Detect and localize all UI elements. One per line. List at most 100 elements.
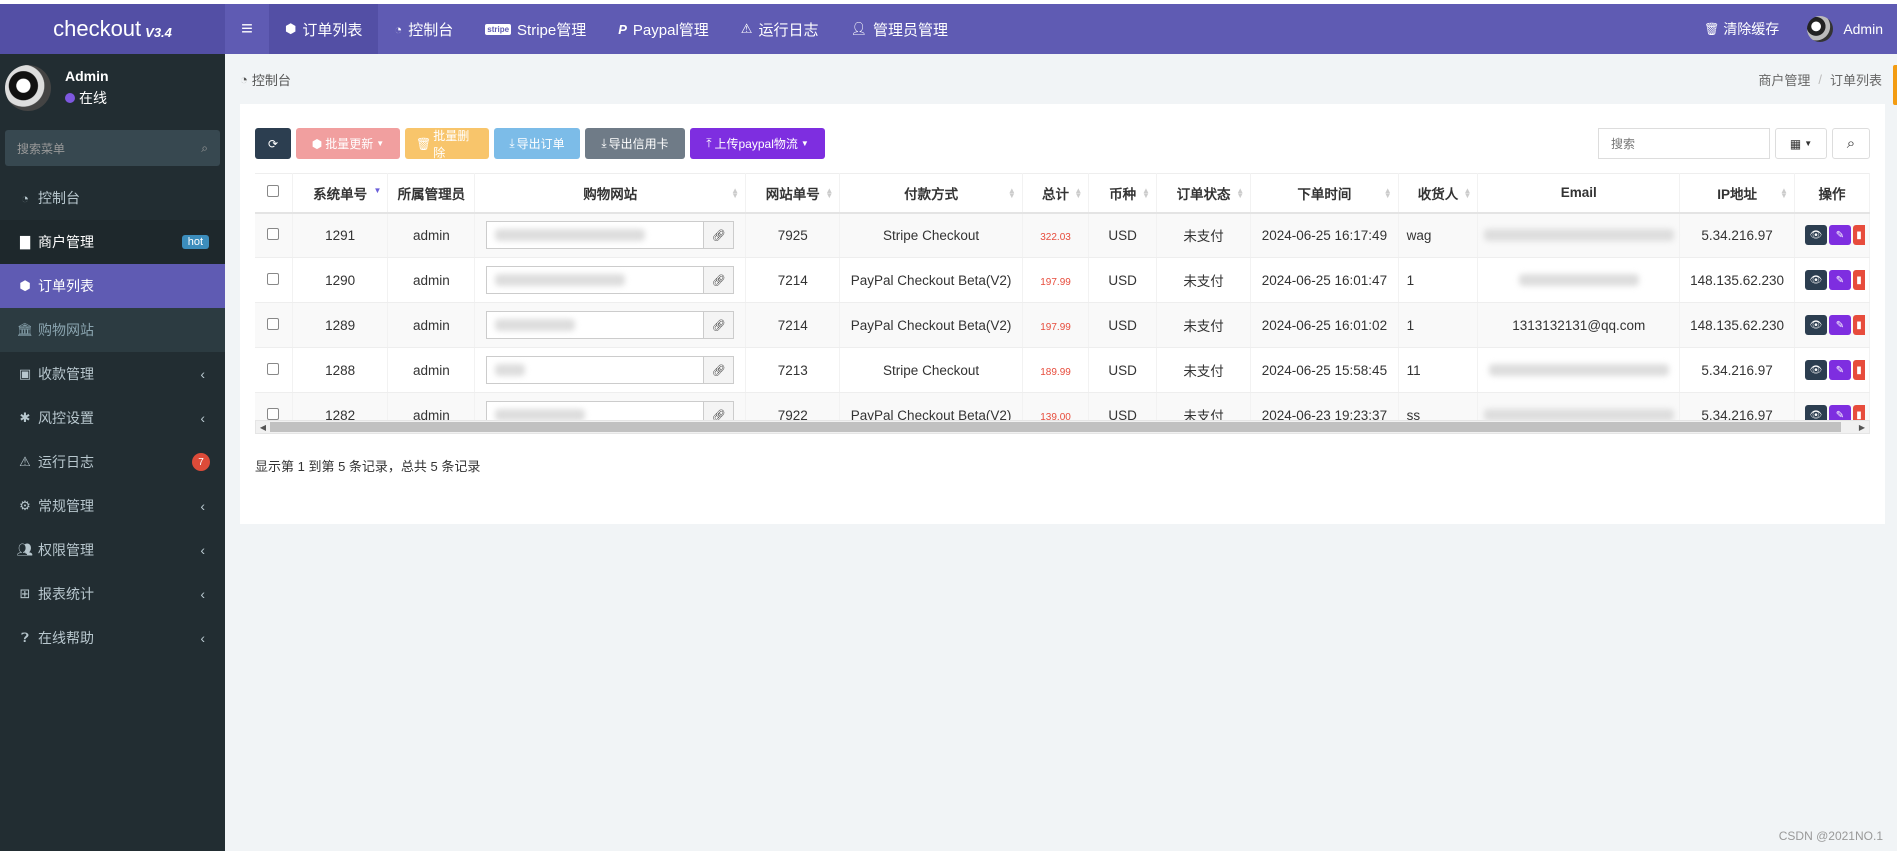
link-button[interactable]: 🔗︎ xyxy=(704,311,735,339)
sidebar-item-label: 常规管理 xyxy=(38,498,94,514)
link-button[interactable]: 🔗︎ xyxy=(704,266,735,294)
topnav-label: Paypal管理 xyxy=(632,21,709,39)
currency: USD xyxy=(1088,347,1157,393)
column-header[interactable]: 付款方式 ▲ ▼ xyxy=(839,173,1023,214)
table-row[interactable]: 1290 admin 🔗︎ 7214 PayPal Checkout Beta(… xyxy=(255,257,1870,303)
sidebar-item-dashboard[interactable]: ◔ 控制台 xyxy=(0,176,225,220)
row-checkbox[interactable] xyxy=(267,407,280,420)
batch-delete-button[interactable]: 🗑︎ 批量删除 xyxy=(405,128,489,160)
delete-button[interactable]: ▮ xyxy=(1852,315,1865,335)
topnav-order-list[interactable]: ⬢ 订单列表 xyxy=(269,4,379,54)
batch-update-button[interactable]: ⬢ 批量更新 ▼ xyxy=(296,128,400,159)
sidebar-item-risk[interactable]: ✱ 风控设置 ‹ xyxy=(0,396,225,440)
horizontal-scrollbar[interactable]: ◀ ▶ xyxy=(255,420,1870,434)
order-status: 未支付 xyxy=(1156,302,1252,348)
pencil-icon: ✎ xyxy=(1835,274,1845,286)
clear-cache-button[interactable]: 🗑︎ 清除缓存 xyxy=(1690,4,1793,54)
scroll-left-icon[interactable]: ◀ xyxy=(256,423,270,432)
edit-button[interactable]: ✎ xyxy=(1828,270,1851,290)
topnav-label: 运行日志 xyxy=(758,21,819,39)
site-url-field[interactable] xyxy=(486,311,705,339)
view-button[interactable]: 👁︎ xyxy=(1804,315,1827,335)
edit-button[interactable]: ✎ xyxy=(1828,360,1851,380)
chevron-left-icon: ‹ xyxy=(200,586,205,602)
scroll-right-icon[interactable]: ▶ xyxy=(1855,423,1869,432)
row-checkbox[interactable] xyxy=(267,317,280,330)
row-checkbox[interactable] xyxy=(267,272,280,285)
column-header[interactable]: 购物网站 ▲ ▼ xyxy=(474,173,747,214)
column-header[interactable]: 网站单号 ▲ ▼ xyxy=(745,173,841,214)
select-all-checkbox[interactable] xyxy=(267,185,280,198)
topnav-logs[interactable]: ⚠ 运行日志 xyxy=(725,4,835,54)
refresh-button[interactable]: ⟳ xyxy=(255,128,291,159)
breadcrumb-item[interactable]: 商户管理 xyxy=(1758,70,1810,89)
export-orders-button[interactable]: ⤓ 导出订单 xyxy=(494,128,580,159)
link-button[interactable]: 🔗︎ xyxy=(704,401,735,420)
scrollbar-thumb[interactable] xyxy=(270,422,1841,432)
table-row[interactable]: 1291 admin 🔗︎ 7925 Stripe Checkout 322.0… xyxy=(255,212,1870,258)
view-button[interactable]: 👁︎ xyxy=(1804,270,1827,290)
table-search-input[interactable] xyxy=(1598,128,1770,159)
sidebar-item-label: 运行日志 xyxy=(38,454,94,470)
column-header[interactable]: 币种 ▲ ▼ xyxy=(1088,173,1157,214)
delete-button[interactable]: ▮ xyxy=(1852,360,1865,380)
topnav-admins[interactable]: 👤︎ 管理员管理 xyxy=(834,4,964,54)
sidebar-item-logs[interactable]: ⚠ 运行日志 7 xyxy=(0,440,225,484)
view-button[interactable]: 👁︎ xyxy=(1804,360,1827,380)
sidebar-item-help[interactable]: ❓︎ 在线帮助 ‹ xyxy=(0,616,225,660)
search-button[interactable]: ⌕ xyxy=(1832,128,1870,159)
sidebar-item-permissions[interactable]: 👥︎ 权限管理 ‹ xyxy=(0,528,225,572)
eye-icon: 👁︎ xyxy=(1809,364,1823,376)
ip-address: 5.34.216.97 xyxy=(1679,347,1795,393)
table-row[interactable]: 1289 admin 🔗︎ 7214 PayPal Checkout Beta(… xyxy=(255,302,1870,348)
topnav-stripe[interactable]: stripe Stripe管理 xyxy=(469,4,602,54)
column-header[interactable]: 系统单号 ▼ xyxy=(292,173,389,214)
edit-button[interactable]: ✎ xyxy=(1828,315,1851,335)
site-url-field[interactable] xyxy=(486,221,705,250)
view-button[interactable]: 👁︎ xyxy=(1804,405,1827,420)
payment-method: Stripe Checkout xyxy=(839,347,1023,393)
table-row[interactable]: 1282 admin 🔗︎ 7922 PayPal Checkout Beta(… xyxy=(255,392,1870,420)
column-header[interactable]: 订单状态 ▲ ▼ xyxy=(1156,173,1252,214)
column-header[interactable]: 总计 ▲ ▼ xyxy=(1022,173,1090,214)
sidebar-item-reports[interactable]: ⊞ 报表统计 ‹ xyxy=(0,572,225,616)
delete-button[interactable]: ▮ xyxy=(1852,405,1865,420)
row-checkbox[interactable] xyxy=(267,227,280,240)
site-url-field[interactable] xyxy=(486,356,705,384)
site-url-group: 🔗︎ xyxy=(475,266,745,294)
link-button[interactable]: 🔗︎ xyxy=(704,356,735,384)
column-header[interactable]: 所属管理员 xyxy=(387,173,476,214)
delete-button[interactable]: ▮ xyxy=(1852,225,1865,246)
columns-toggle-button[interactable]: ▦ ▼ xyxy=(1775,128,1827,159)
batch-update-label: 批量更新 xyxy=(325,137,374,151)
sidebar-user-name: Admin xyxy=(65,68,109,84)
sidebar-item-general[interactable]: ⚙ 常规管理 ‹ xyxy=(0,484,225,528)
site-url-field[interactable] xyxy=(486,266,705,294)
column-header[interactable]: IP地址 ▲ ▼ xyxy=(1679,173,1795,214)
breadcrumb-separator: / xyxy=(1818,71,1822,87)
side-tab[interactable] xyxy=(1893,65,1897,105)
row-checkbox[interactable] xyxy=(267,362,280,375)
sidebar-item-merchant[interactable]: ▇ 商户管理 hot xyxy=(0,220,225,264)
export-cards-button[interactable]: ⤓ 导出信用卡 xyxy=(585,128,685,159)
menu-toggle-button[interactable]: ≡ xyxy=(225,4,269,54)
sidebar-item-shop-sites[interactable]: 🏛︎ 购物网站 xyxy=(0,308,225,352)
link-button[interactable]: 🔗︎ xyxy=(704,221,735,250)
sidebar-item-payments[interactable]: ▣ 收款管理 ‹ xyxy=(0,352,225,396)
sidebar-item-order-list[interactable]: ⬢ 订单列表 xyxy=(0,264,225,308)
topnav-paypal[interactable]: P Paypal管理 xyxy=(602,4,725,54)
column-header[interactable]: 下单时间 ▲ ▼ xyxy=(1250,173,1399,214)
edit-button[interactable]: ✎ xyxy=(1828,405,1851,420)
upload-paypal-button[interactable]: ⤒ 上传paypal物流 ▼ xyxy=(690,128,825,159)
topnav-dashboard[interactable]: ◔ 控制台 xyxy=(378,4,469,54)
sidebar-search-input[interactable]: 搜索菜单 ⌕ xyxy=(5,130,220,166)
site-url-field[interactable] xyxy=(486,401,705,420)
user-menu[interactable]: Admin xyxy=(1793,4,1897,54)
group-icon: 👥︎ xyxy=(16,542,34,557)
delete-button[interactable]: ▮ xyxy=(1852,270,1865,290)
edit-button[interactable]: ✎ xyxy=(1828,225,1851,246)
column-header[interactable]: 收货人 ▲ ▼ xyxy=(1398,173,1479,214)
brand-logo[interactable]: checkout V3.4 xyxy=(0,4,225,54)
table-row[interactable]: 1288 admin 🔗︎ 7213 Stripe Checkout 189.9… xyxy=(255,347,1870,393)
view-button[interactable]: 👁︎ xyxy=(1804,225,1827,246)
